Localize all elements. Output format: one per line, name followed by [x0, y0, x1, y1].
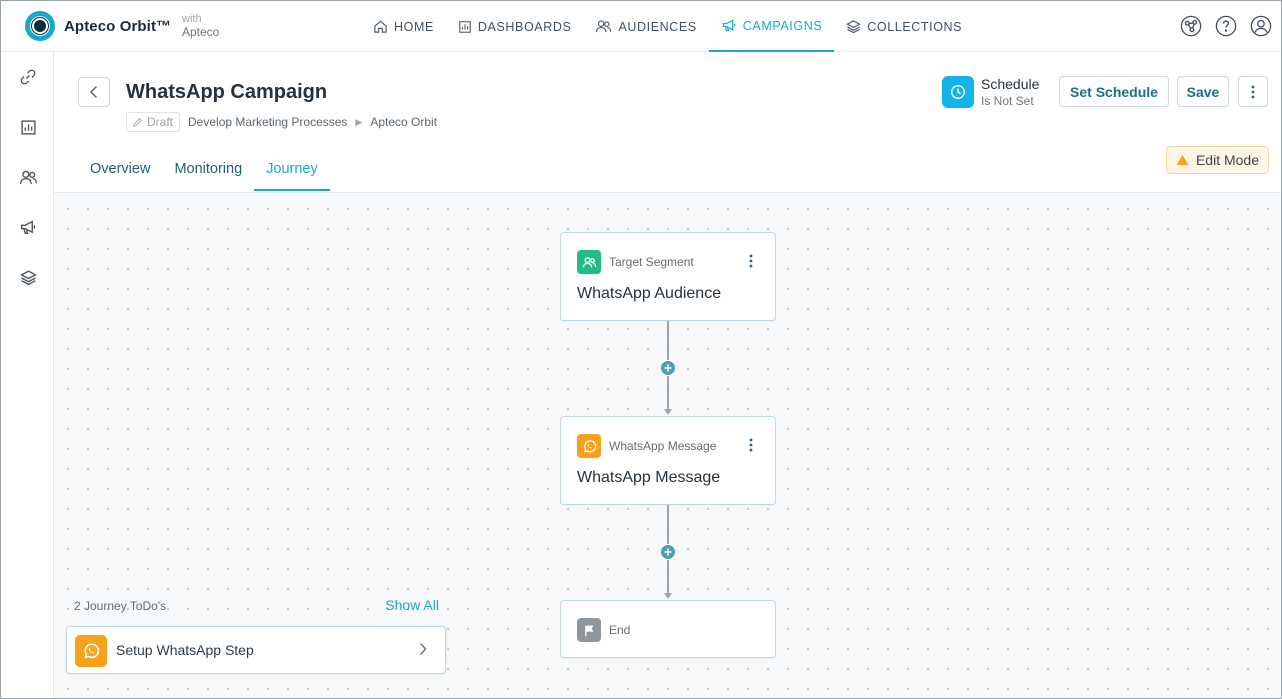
more-options-button[interactable] — [1238, 76, 1268, 107]
home-icon — [374, 20, 387, 33]
audience-icon — [582, 256, 596, 267]
journey-node-target-segment[interactable]: Target Segment WhatsApp Audience — [560, 232, 776, 321]
share-network-icon — [1180, 15, 1202, 37]
todo-count: 2 Journey ToDo's — [74, 599, 167, 613]
edit-mode-toggle[interactable]: Edit Mode — [1166, 146, 1269, 174]
user-account-button[interactable] — [1249, 14, 1273, 38]
link-icon — [20, 69, 36, 85]
rail-links[interactable] — [17, 66, 39, 88]
set-schedule-button[interactable]: Set Schedule — [1059, 76, 1169, 107]
node-icon-tile — [577, 434, 601, 458]
nav-dashboards[interactable]: DASHBOARDS — [446, 1, 584, 52]
rail-audiences[interactable] — [17, 166, 39, 188]
schedule-tile[interactable] — [942, 76, 974, 108]
node-icon-tile — [577, 250, 601, 274]
kebab-menu-icon — [1251, 85, 1255, 98]
breadcrumb: Draft Develop Marketing Processes ▶ Apte… — [126, 112, 437, 132]
save-button[interactable]: Save — [1177, 76, 1229, 107]
node-name: WhatsApp Message — [577, 469, 721, 486]
kebab-menu-icon — [749, 438, 753, 452]
brand-with-apteco: with Apteco — [182, 13, 220, 39]
clock-icon — [950, 84, 966, 100]
schedule-title: Schedule — [981, 76, 1040, 92]
orbit-logo-icon — [25, 11, 55, 41]
rail-campaigns[interactable] — [17, 216, 39, 238]
nav-campaigns[interactable]: CAMPAIGNS — [708, 1, 835, 52]
whatsapp-icon — [84, 643, 100, 659]
node-menu-button[interactable] — [743, 252, 759, 270]
campaign-tabs: Overview Monitoring Journey — [78, 149, 330, 191]
page-title: WhatsApp Campaign — [126, 81, 328, 103]
chevron-right-icon — [419, 642, 427, 661]
node-menu-button[interactable] — [743, 436, 759, 454]
connector-arrow-icon — [664, 593, 672, 599]
status-badge: Draft — [126, 112, 181, 132]
breadcrumb-item[interactable]: Apteco Orbit — [370, 115, 437, 129]
node-kind: Target Segment — [609, 255, 694, 269]
connector-arrow-icon — [664, 409, 672, 415]
brand-logo[interactable]: Apteco Orbit™ — [25, 11, 171, 41]
node-name: WhatsApp Audience — [577, 285, 722, 302]
help-icon — [1215, 15, 1237, 37]
nav-collections[interactable]: COLLECTIONS — [834, 1, 974, 52]
node-kind: WhatsApp Message — [609, 439, 717, 453]
top-right-actions — [1179, 14, 1273, 38]
node-icon-tile — [577, 618, 601, 642]
journey-node-whatsapp-message[interactable]: WhatsApp Message WhatsApp Message — [560, 416, 776, 505]
pencil-icon — [133, 117, 142, 127]
warning-icon — [1176, 154, 1189, 166]
rail-collections[interactable] — [17, 266, 39, 288]
dashboard-icon — [20, 119, 36, 135]
show-all-link[interactable]: Show All — [385, 597, 439, 613]
add-step-button[interactable] — [660, 544, 676, 560]
main-nav: HOME DASHBOARDS AUDIENCES CAMPAIGNS COLL… — [361, 1, 974, 52]
chevron-left-icon — [90, 86, 97, 98]
help-button[interactable] — [1214, 14, 1238, 38]
audiences-icon — [596, 20, 612, 33]
left-rail — [1, 52, 54, 698]
flag-icon — [584, 625, 593, 636]
layers-icon — [19, 269, 37, 285]
megaphone-icon — [722, 19, 736, 32]
dashboard-icon — [459, 20, 471, 33]
kebab-menu-icon — [749, 254, 753, 268]
back-button[interactable] — [78, 77, 110, 107]
breadcrumb-item[interactable]: Develop Marketing Processes — [188, 115, 347, 129]
megaphone-icon — [20, 220, 36, 234]
top-navigation-bar: Apteco Orbit™ with Apteco HOME DASHBOARD… — [1, 1, 1281, 52]
tab-journey[interactable]: Journey — [254, 149, 330, 191]
breadcrumb-separator-icon: ▶ — [355, 116, 363, 127]
app-window: Apteco Orbit™ with Apteco HOME DASHBOARD… — [0, 0, 1282, 699]
todo-item[interactable]: Setup WhatsApp Step — [66, 626, 446, 674]
plus-icon — [664, 364, 672, 372]
journey-node-end[interactable]: End — [560, 600, 776, 658]
user-account-icon — [1250, 15, 1272, 37]
brand-name: Apteco Orbit™ — [64, 17, 172, 35]
schedule-status: Is Not Set — [981, 94, 1034, 108]
journey-todo-panel: 2 Journey ToDo's Show All Setup WhatsApp… — [65, 586, 447, 678]
tab-monitoring[interactable]: Monitoring — [162, 149, 254, 191]
nav-home[interactable]: HOME — [361, 1, 446, 52]
add-step-button[interactable] — [660, 360, 676, 376]
share-network-button[interactable] — [1179, 14, 1203, 38]
node-kind: End — [609, 623, 631, 637]
layers-icon — [846, 20, 862, 34]
tab-overview[interactable]: Overview — [78, 149, 162, 191]
rail-dashboards[interactable] — [17, 116, 39, 138]
todo-label: Setup WhatsApp Step — [116, 642, 254, 658]
todo-icon-tile — [75, 635, 107, 667]
plus-icon — [664, 548, 672, 556]
audiences-icon — [19, 170, 37, 184]
nav-audiences[interactable]: AUDIENCES — [583, 1, 708, 52]
whatsapp-icon — [583, 439, 596, 453]
